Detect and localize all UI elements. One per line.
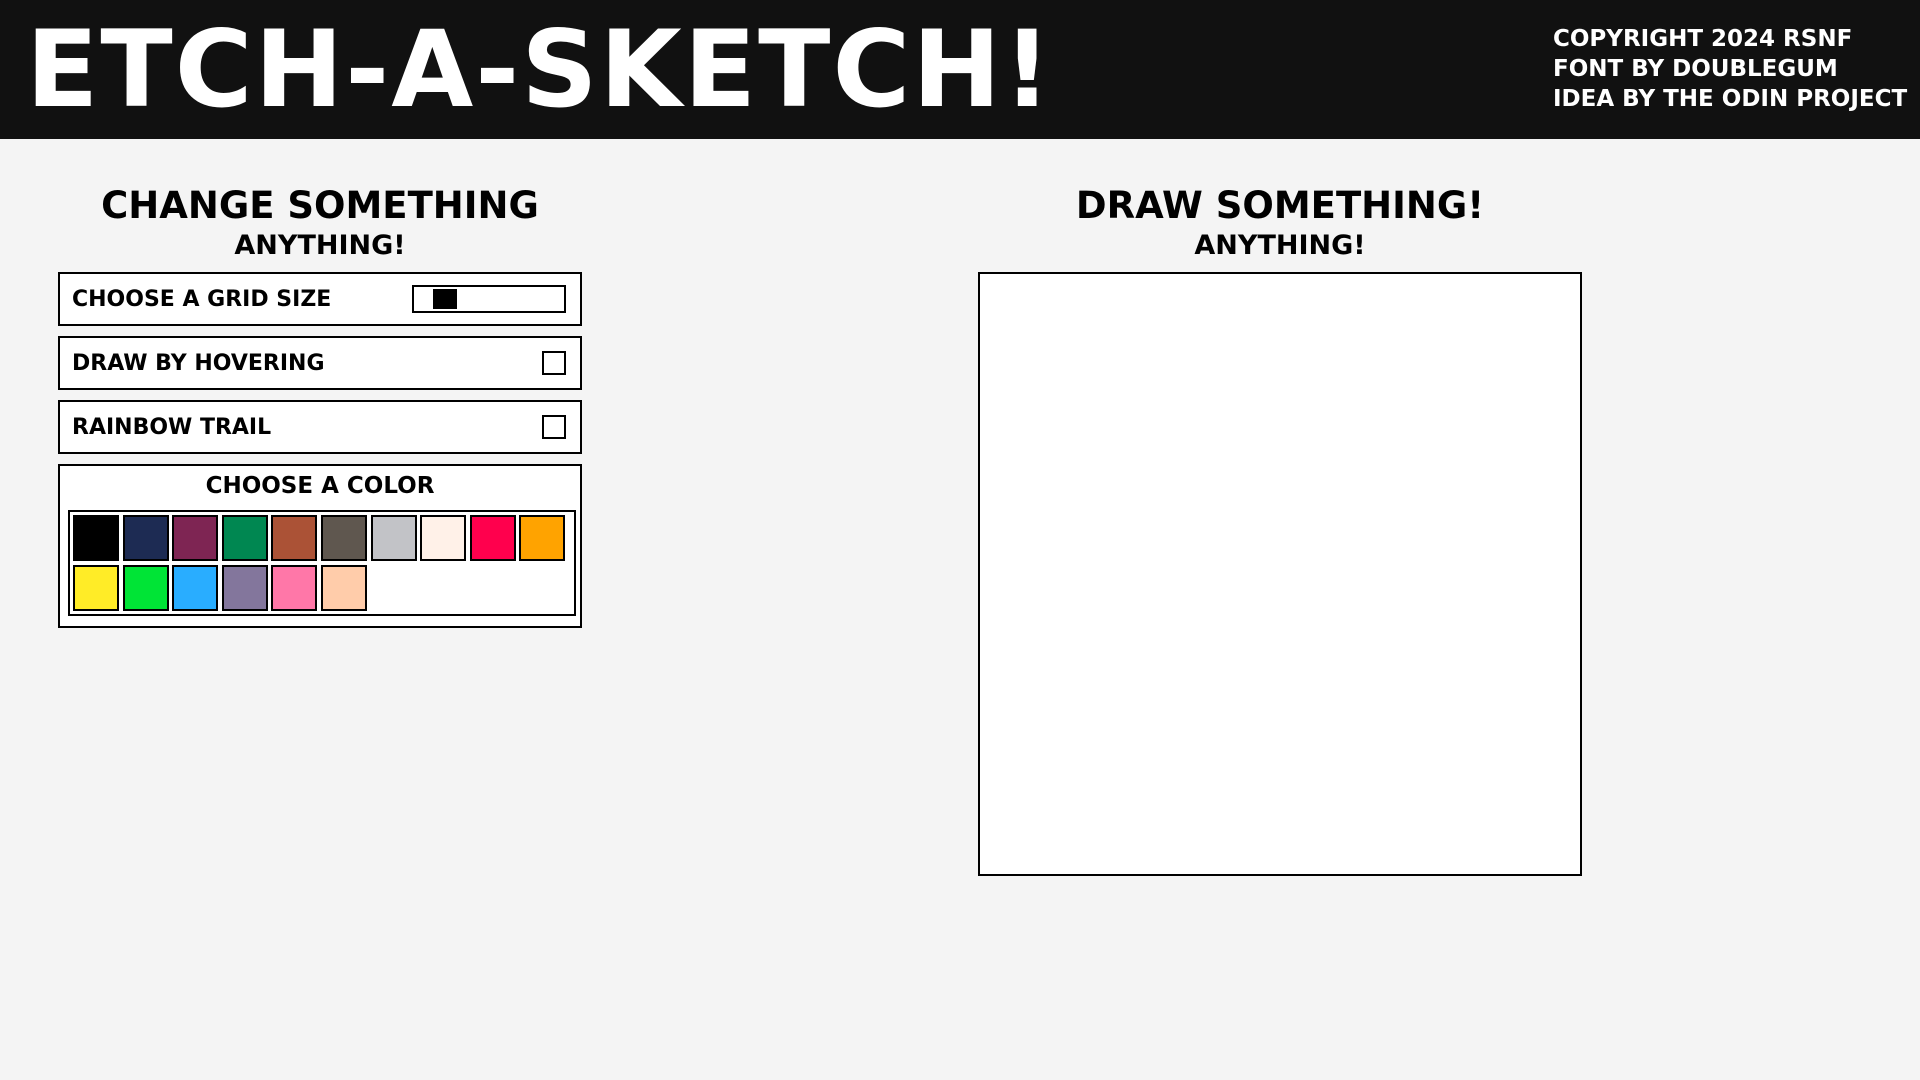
canvas-subtitle: Anything! [1194,230,1366,261]
color-swatch[interactable] [320,515,367,561]
grid-size-option: Choose a grid size [58,272,582,326]
hover-option: Draw by hovering [58,336,582,390]
credits: Copyright 2024 rsnf Font by Doublegum Id… [1553,24,1907,114]
color-swatch[interactable] [271,515,318,561]
color-swatch[interactable] [370,515,417,561]
canvas-title: Draw something! [1075,184,1485,227]
color-swatch[interactable] [420,515,467,561]
hover-checkbox[interactable] [542,351,566,375]
color-swatch[interactable] [73,565,119,611]
color-swatch[interactable] [469,515,516,561]
grid-size-label: Choose a grid size [72,286,332,312]
color-swatch[interactable] [519,515,566,561]
color-swatch[interactable] [122,515,169,561]
color-panel: Choose a color [58,464,582,628]
color-swatch[interactable] [122,565,169,611]
color-swatch[interactable] [73,515,119,561]
rainbow-checkbox[interactable] [542,415,566,439]
color-swatch[interactable] [221,565,268,611]
color-panel-title: Choose a color [205,473,435,499]
color-swatch[interactable] [172,565,219,611]
color-swatch[interactable] [172,515,219,561]
color-swatch[interactable] [271,565,318,611]
credit-font: Font by Doublegum [1553,56,1838,82]
hover-label: Draw by hovering [72,350,325,376]
color-swatch-grid [68,510,576,616]
rainbow-option: Rainbow trail [58,400,582,454]
controls-subtitle: Anything! [234,230,406,261]
grid-size-slider[interactable] [412,285,566,313]
rainbow-label: Rainbow trail [72,414,272,440]
controls-title: Change something [101,184,539,227]
credit-copyright: Copyright 2024 rsnf [1553,26,1853,52]
credit-idea: Idea by the odin project [1553,86,1908,112]
color-swatch[interactable] [320,565,367,611]
drawing-canvas[interactable] [978,272,1582,876]
color-swatch[interactable] [221,515,268,561]
slider-thumb[interactable] [433,289,457,309]
header-bar: Etch-a-sketch! Copyright 2024 rsnf Font … [0,0,1920,139]
app-title: Etch-a-sketch! [26,8,1054,131]
